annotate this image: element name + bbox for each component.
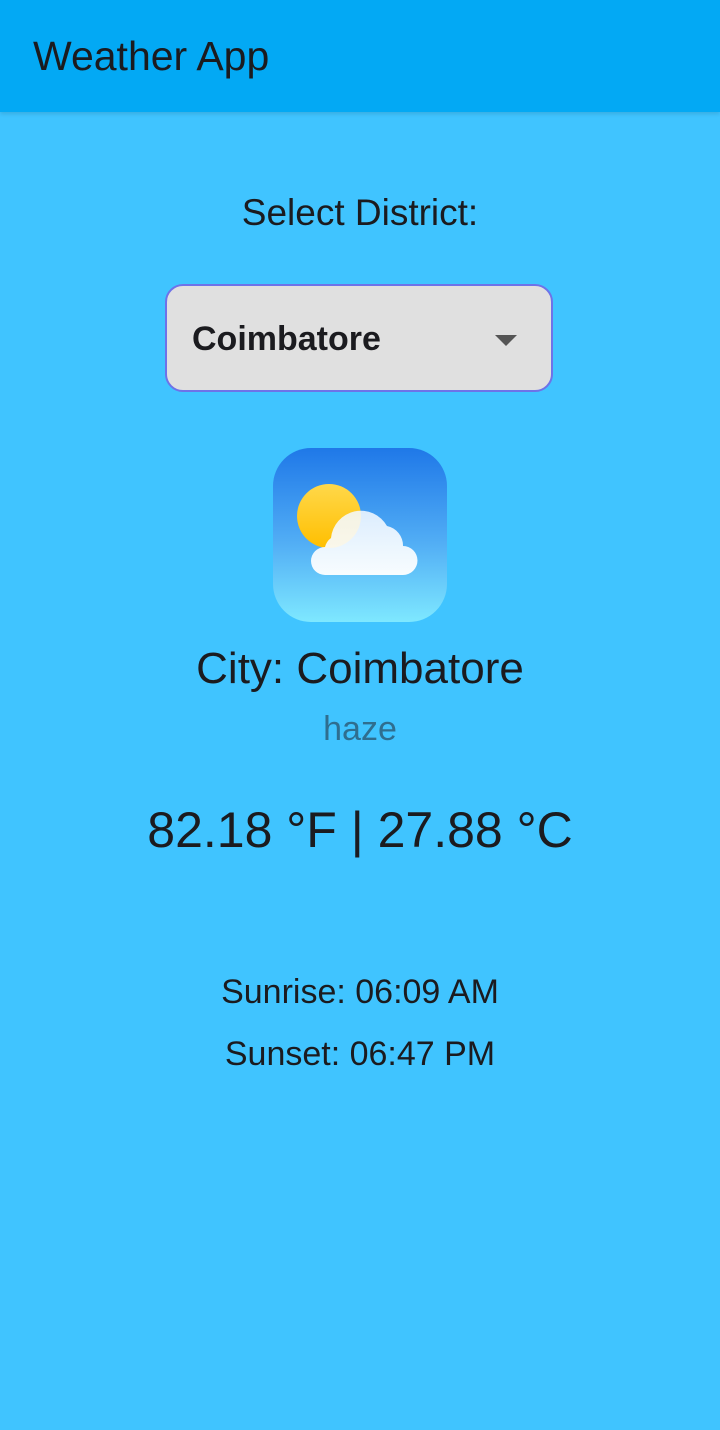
sunrise-time: Sunrise: 06:09 AM: [221, 973, 499, 1011]
district-dropdown[interactable]: Coimbatore: [165, 284, 553, 392]
weather-condition: haze: [323, 710, 397, 748]
select-district-label: Select District:: [241, 192, 479, 233]
chevron-down-icon: [495, 335, 517, 346]
dropdown-selected-value: Coimbatore: [192, 320, 381, 358]
city-name: City: Coimbatore: [196, 644, 524, 693]
sunset-time: Sunset: 06:47 PM: [224, 1035, 496, 1073]
temperature-reading: 82.18 °F | 27.88 °C: [147, 802, 573, 858]
app-bar: Weather App: [0, 0, 720, 112]
app-title: Weather App: [33, 33, 270, 79]
partly-cloudy-icon: [273, 448, 447, 622]
